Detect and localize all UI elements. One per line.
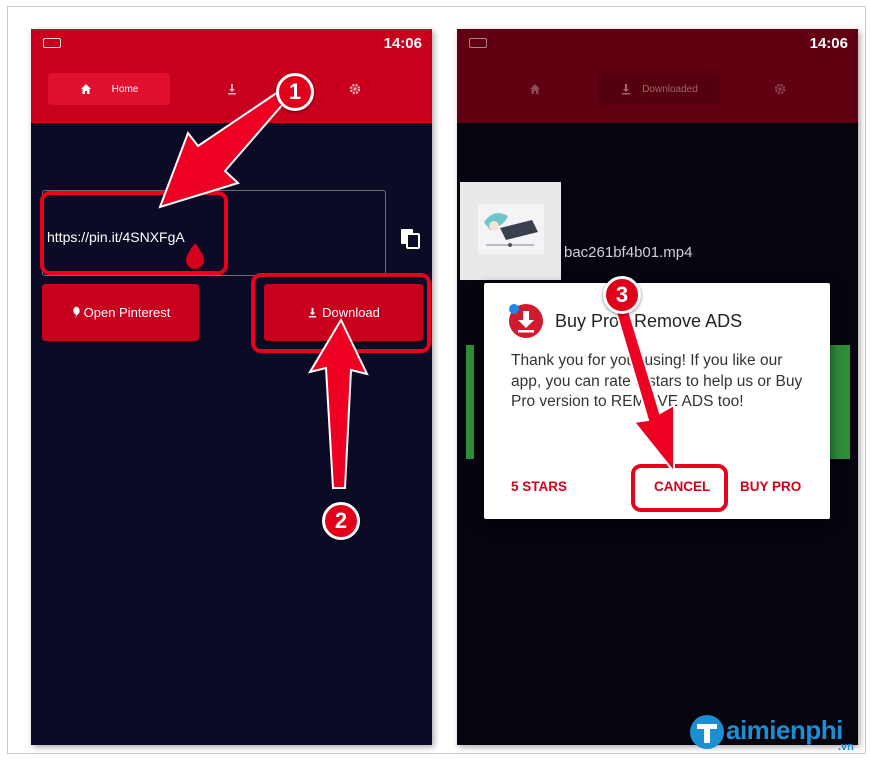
step-3-badge: 3 — [603, 276, 641, 314]
watermark-tld: .vn — [838, 741, 854, 753]
annotation-arrows — [158, 86, 675, 489]
taimienphi-logo-icon — [690, 715, 724, 749]
arrow-to-download-icon — [307, 317, 369, 489]
step-2-badge: 2 — [322, 502, 360, 540]
arrow-to-cancel-icon — [614, 306, 675, 475]
arrow-to-url-icon — [158, 86, 292, 209]
step-1-badge: 1 — [276, 73, 314, 111]
watermark-brand: aimienphi — [726, 715, 843, 745]
